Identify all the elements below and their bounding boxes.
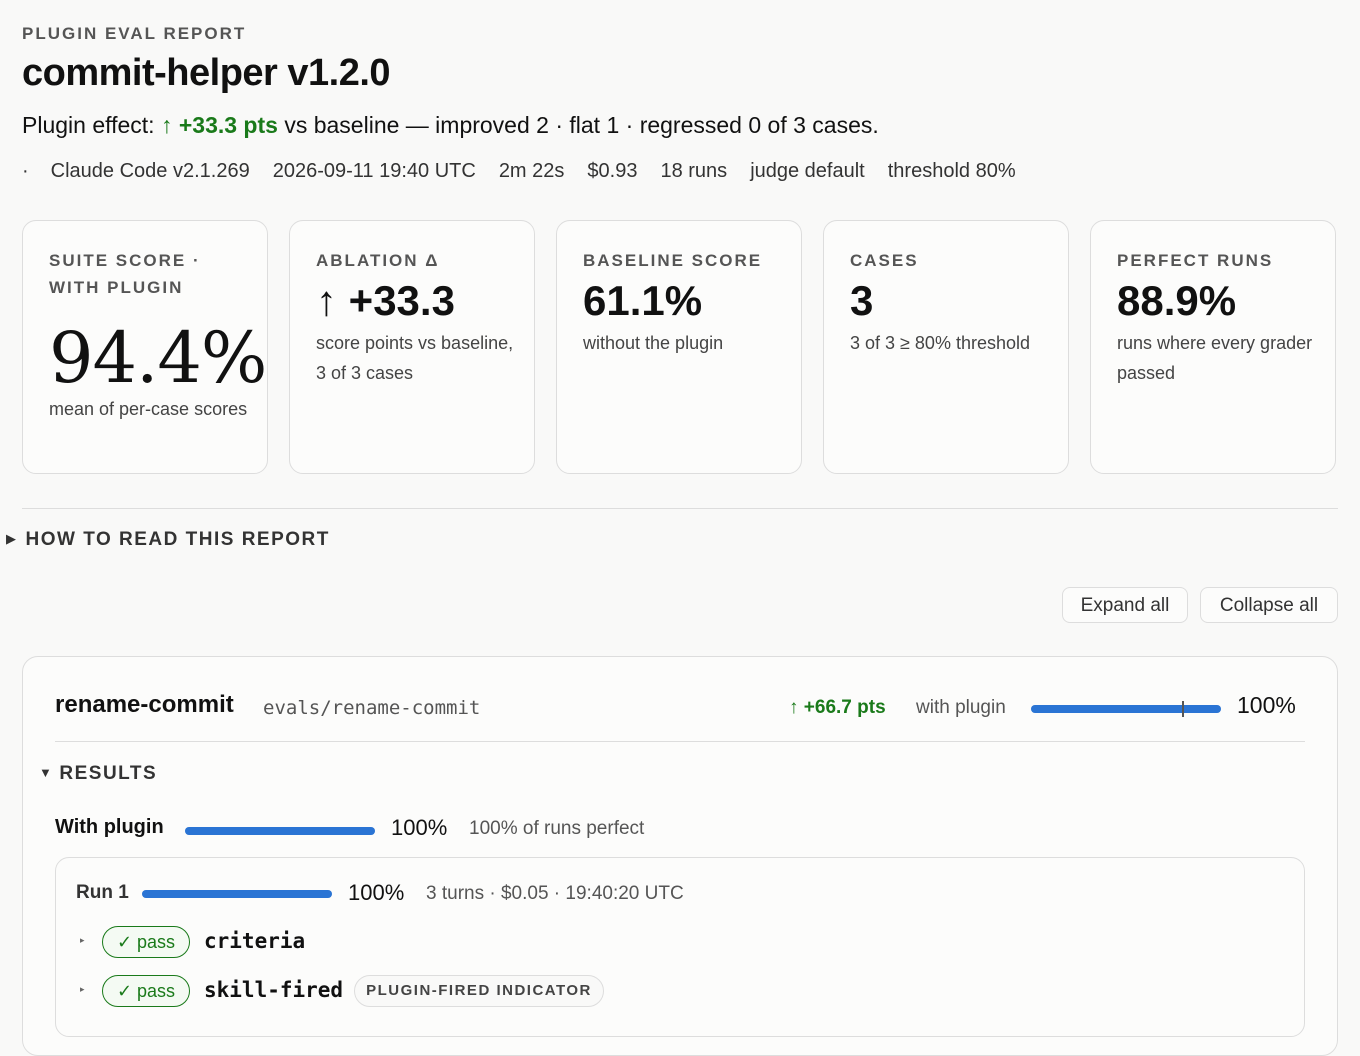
effect-suffix: vs baseline — improved 2 · flat 1 · regr… xyxy=(284,112,879,138)
meta-threshold: threshold 80% xyxy=(887,160,1016,182)
meta-duration: 2m 22s xyxy=(498,160,565,182)
case-score-pct: 100% xyxy=(1237,692,1296,718)
case-name[interactable]: rename-commit xyxy=(55,691,234,719)
case-delta: ↑ +66.7 pts xyxy=(789,697,886,718)
card-label: BASELINE SCORE xyxy=(583,251,763,270)
meta-timestamp: 2026-09-11 19:40 UTC xyxy=(272,160,476,182)
card-label: PERFECT RUNS xyxy=(1117,251,1274,270)
caret-right-icon[interactable]: ▸ xyxy=(80,984,85,995)
how-to-read-toggle[interactable]: ▶ HOW TO READ THIS REPORT xyxy=(6,529,330,551)
meta-judge: judge default xyxy=(750,160,865,182)
caret-down-icon: ▼ xyxy=(39,765,54,780)
card-sub: 3 of 3 ≥ 80% threshold xyxy=(850,333,1030,353)
expand-all-button[interactable]: Expand all xyxy=(1062,587,1188,623)
run-card: Run 1 100% 3 turns · $0.05 · 19:40:20 UT… xyxy=(55,857,1305,1037)
results-toggle[interactable]: ▼ RESULTS xyxy=(39,763,157,785)
with-plugin-label: With plugin xyxy=(55,816,164,838)
results-label: RESULTS xyxy=(59,763,158,784)
report-eyebrow: PLUGIN EVAL REPORT xyxy=(22,24,247,43)
with-plugin-pct: 100% xyxy=(391,815,448,840)
pass-badge: ✓ pass xyxy=(102,975,190,1007)
run-score-bar-fill xyxy=(142,890,332,898)
card-sub: score points vs baseline, 3 of 3 cases xyxy=(316,333,514,383)
card-value: 88.9% xyxy=(1117,277,1237,324)
page-title: commit-helper v1.2.0 xyxy=(22,52,391,94)
up-arrow-icon: ↑ xyxy=(160,112,173,138)
card-sub: runs where every grader passed xyxy=(1117,333,1313,383)
card-baseline-score: BASELINE SCORE 61.1% without the plugin xyxy=(556,220,802,474)
baseline-marker xyxy=(1182,701,1184,717)
card-label: CASES xyxy=(850,251,919,270)
case-panel: rename-commit evals/rename-commit ↑ +66.… xyxy=(22,656,1338,1056)
effect-value: +33.3 pts xyxy=(178,112,278,138)
with-plugin-bar-fill xyxy=(185,827,375,835)
collapse-all-button[interactable]: Collapse all xyxy=(1200,587,1338,623)
with-plugin-bar xyxy=(185,827,375,835)
grader-name: criteria xyxy=(204,929,306,953)
grader-row[interactable]: ▸ ✓ pass skill-fired PLUGIN-FIRED INDICA… xyxy=(80,975,1280,1009)
plugin-effect-summary: Plugin effect: ↑ +33.3 pts vs baseline —… xyxy=(22,112,879,139)
run-label: Run 1 xyxy=(76,882,129,903)
card-cases: CASES 3 3 of 3 ≥ 80% threshold xyxy=(823,220,1069,474)
card-value: 94.4% xyxy=(49,317,267,399)
meta-cost: $0.93 xyxy=(587,160,638,182)
run-score-bar xyxy=(142,890,332,898)
case-score-bar-fill xyxy=(1031,705,1221,713)
run-metadata: · Claude Code v2.1.269 2026-09-11 19:40 … xyxy=(22,160,1039,183)
divider xyxy=(22,508,1338,509)
effect-prefix: Plugin effect: xyxy=(22,112,155,138)
card-value: ↑ +33.3 xyxy=(316,277,455,324)
run-sub: 3 turns · $0.05 · 19:40:20 UTC xyxy=(426,883,684,904)
run-pct: 100% xyxy=(348,880,405,905)
card-perfect-runs: PERFECT RUNS 88.9% runs where every grad… xyxy=(1090,220,1336,474)
pass-badge: ✓ pass xyxy=(102,926,190,958)
with-plugin-sub: 100% of runs perfect xyxy=(469,818,645,839)
case-score-bar xyxy=(1031,701,1221,717)
grader-name: skill-fired xyxy=(204,978,344,1002)
meta-runs: 18 runs xyxy=(660,160,728,182)
grader-row[interactable]: ▸ ✓ pass criteria xyxy=(80,926,1280,960)
card-ablation: ABLATION Δ ↑ +33.3 score points vs basel… xyxy=(289,220,535,474)
meta-client: Claude Code v2.1.269 xyxy=(50,160,250,182)
case-path: evals/rename-commit xyxy=(263,697,481,719)
card-sub: mean of per-case scores xyxy=(49,399,248,419)
card-value: 3 xyxy=(850,277,874,324)
card-sub: without the plugin xyxy=(583,333,724,353)
card-suite-score: SUITE SCORE · WITH PLUGIN 94.4% mean of … xyxy=(22,220,268,474)
card-label: SUITE SCORE · WITH PLUGIN xyxy=(49,251,201,297)
plugin-fired-tag: PLUGIN-FIRED INDICATOR xyxy=(354,975,604,1007)
summary-cards: SUITE SCORE · WITH PLUGIN 94.4% mean of … xyxy=(22,220,1338,476)
caret-right-icon: ▶ xyxy=(6,531,18,546)
card-label: ABLATION Δ xyxy=(316,251,440,270)
card-value: 61.1% xyxy=(583,277,703,324)
bullet-icon: · xyxy=(22,160,29,182)
divider xyxy=(55,741,1305,742)
caret-right-icon[interactable]: ▸ xyxy=(80,935,85,946)
how-to-read-label: HOW TO READ THIS REPORT xyxy=(25,529,330,550)
case-with-label: with plugin xyxy=(916,697,1006,718)
